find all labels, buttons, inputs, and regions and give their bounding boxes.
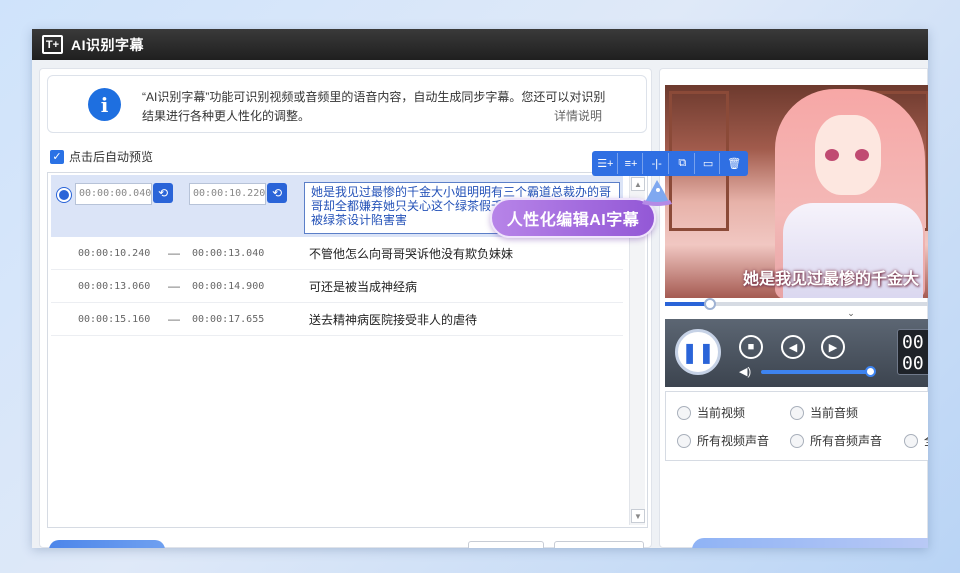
radio-icon[interactable] [790, 405, 804, 420]
auto-preview-checkbox[interactable]: ✓ [50, 149, 64, 164]
volume-icon[interactable]: ◀) [739, 365, 751, 378]
player-controls: ❚❚ ■ ◀ ▶ ◀) 00 00 [665, 319, 928, 387]
source-option-label: 所有视频声音 [697, 434, 770, 448]
radio-icon[interactable] [677, 433, 691, 448]
subtitle-panel: i “AI识别字幕”功能可识别视频或音频里的语音内容，自动生成同步字幕。您还可以… [39, 68, 652, 548]
time-display-top: 00 [902, 332, 924, 353]
subtitle-style-icon[interactable]: ▭ [697, 153, 721, 174]
pause-button[interactable]: ❚❚ [675, 329, 721, 375]
source-option-label: 所有音频声音 [810, 434, 883, 448]
subtitle-edit-toolbar: ☰+ ≡+ -|- ⧉ ▭ 🗑 [592, 151, 748, 176]
time-display: 00 00 [897, 329, 928, 375]
row-end-time: 00:00:13.040 [192, 247, 265, 259]
row-separator: — [168, 246, 180, 260]
video-subtitle-overlay: 她是我见过最惨的千金大 [743, 271, 920, 288]
video-preview[interactable]: 她是我见过最惨的千金大 [665, 85, 928, 298]
row-start-time: 00:00:13.060 [78, 280, 151, 292]
row-end-time: 00:00:17.655 [192, 313, 265, 325]
row-text: 送去精神病医院接受非人的虐待 [309, 312, 478, 327]
scroll-down-icon[interactable]: ▼ [631, 509, 645, 523]
set-start-time-icon[interactable]: ⟲ [153, 183, 173, 203]
promo-badge: 人性化编辑AI字幕 [490, 198, 656, 238]
audio-source-options: 当前视频 当前音频 所有视频声音 所有音频声音 全 [665, 391, 928, 461]
subtitle-row[interactable]: 00:00:10.240 — 00:00:13.040 不管他怎么向哥哥哭诉他没… [51, 237, 623, 270]
end-time-input[interactable]: 00:00:10.220 [189, 183, 266, 205]
info-icon: i [88, 88, 121, 121]
app-window: T+ AI识别字幕 i “AI识别字幕”功能可识别视频或音频里的语音内容，自动生… [32, 29, 928, 548]
bottom-action-button[interactable] [692, 538, 928, 548]
auto-preview-option[interactable]: ✓ 点击后自动预览 [50, 148, 153, 165]
character-face [815, 115, 881, 195]
source-option-all-video[interactable]: 所有视频声音 [677, 432, 769, 449]
start-time-input[interactable]: 00:00:00.040 [75, 183, 152, 205]
bottom-primary-button[interactable] [49, 540, 165, 548]
volume-handle[interactable] [865, 366, 876, 377]
merge-icon[interactable]: ⧉ [671, 153, 695, 174]
row-separator: — [168, 312, 180, 326]
time-display-bottom: 00 [902, 353, 924, 374]
row-separator: — [168, 279, 180, 293]
volume-slider[interactable] [761, 370, 869, 374]
stop-button[interactable]: ■ [739, 335, 763, 359]
row-start-time: 00:00:10.240 [78, 247, 151, 259]
source-option-all[interactable]: 全 [904, 432, 928, 449]
split-icon[interactable]: -|- [645, 153, 670, 174]
bottom-secondary-button[interactable] [468, 541, 544, 548]
row-text: 可还是被当成神经病 [309, 279, 418, 294]
subtitle-row[interactable]: 00:00:13.060 — 00:00:14.900 可还是被当成神经病 [51, 270, 623, 303]
row-selected-indicator[interactable] [57, 188, 71, 202]
radio-icon[interactable] [790, 433, 804, 448]
preview-panel: 她是我见过最惨的千金大 ⌄ ❚❚ ■ ◀ ▶ ◀) 00 00 当前视频 当前音频 [659, 68, 928, 548]
playback-progress[interactable] [665, 298, 928, 310]
details-link[interactable]: 详情说明 [554, 107, 602, 124]
row-text: 不管他怎么向哥哥哭诉他没有欺负妹妹 [309, 246, 514, 261]
radio-icon[interactable] [904, 433, 918, 448]
source-option-current-audio[interactable]: 当前音频 [790, 404, 858, 421]
source-option-all-audio[interactable]: 所有音频声音 [790, 432, 882, 449]
insert-above-icon[interactable]: ☰+ [594, 153, 618, 174]
bottom-secondary-button[interactable] [554, 541, 644, 548]
source-option-label: 当前视频 [697, 406, 746, 420]
window-title: AI识别字幕 [71, 36, 144, 53]
source-option-label: 全 [924, 432, 928, 449]
info-banner: i “AI识别字幕”功能可识别视频或音频里的语音内容，自动生成同步字幕。您还可以… [47, 75, 647, 133]
progress-handle[interactable] [703, 298, 716, 310]
info-text: “AI识别字幕”功能可识别视频或音频里的语音内容，自动生成同步字幕。您还可以对识… [142, 90, 606, 123]
set-end-time-icon[interactable]: ⟲ [267, 183, 287, 203]
radio-icon[interactable] [677, 405, 691, 420]
delete-icon[interactable]: 🗑 [722, 153, 746, 174]
previous-button[interactable]: ◀ [781, 335, 805, 359]
app-logo: T+ [42, 35, 63, 54]
subtitle-row[interactable]: 00:00:15.160 — 00:00:17.655 送去精神病医院接受非人的… [51, 303, 623, 336]
character-eye [825, 149, 839, 161]
source-option-label: 当前音频 [810, 406, 859, 420]
title-bar: T+ AI识别字幕 [32, 29, 928, 60]
row-start-time: 00:00:15.160 [78, 313, 151, 325]
character-eye [855, 149, 869, 161]
wizard-hat-icon [642, 180, 672, 206]
insert-below-icon[interactable]: ≡+ [620, 153, 644, 174]
next-button[interactable]: ▶ [821, 335, 845, 359]
row-end-time: 00:00:14.900 [192, 280, 265, 292]
source-option-current-video[interactable]: 当前视频 [677, 404, 745, 421]
auto-preview-label: 点击后自动预览 [69, 150, 154, 164]
